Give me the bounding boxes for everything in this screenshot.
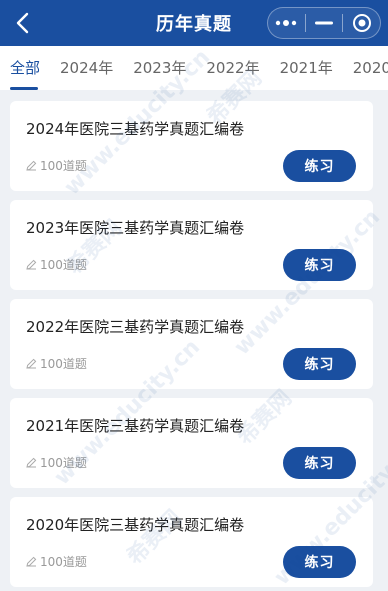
practice-button[interactable]: 练习 (283, 447, 356, 479)
question-count-text: 100道题 (40, 357, 87, 371)
exam-title: 2024年医院三基药学真题汇编卷 (26, 120, 245, 138)
tab-2024[interactable]: 2024年 (48, 46, 121, 90)
close-button[interactable] (343, 8, 380, 38)
year-tabs: 全部 2024年 2023年 2022年 2021年 2020年 (0, 46, 388, 90)
question-count: 100道题 (26, 355, 87, 372)
exam-title: 2023年医院三基药学真题汇编卷 (26, 219, 245, 237)
tab-2023[interactable]: 2023年 (121, 46, 194, 90)
exam-card[interactable]: 2020年医院三基药学真题汇编卷 100道题 练习 (10, 497, 373, 587)
more-dots-icon (276, 20, 297, 26)
exam-title: 2020年医院三基药学真题汇编卷 (26, 516, 245, 534)
chevron-left-icon (16, 12, 29, 34)
tab-2022[interactable]: 2022年 (194, 46, 267, 90)
question-count-text: 100道题 (40, 456, 87, 470)
exam-card[interactable]: 2021年医院三基药学真题汇编卷 100道题 练习 (10, 398, 373, 488)
pencil-icon (26, 160, 37, 171)
pencil-icon (26, 259, 37, 270)
pencil-icon (26, 358, 37, 369)
tab-2020[interactable]: 2020年 (341, 46, 388, 90)
exam-card[interactable]: 2022年医院三基药学真题汇编卷 100道题 练习 (10, 299, 373, 389)
nav-bar: 历年真题 (0, 0, 388, 46)
question-count-text: 100道题 (40, 258, 87, 272)
question-count: 100道题 (26, 553, 87, 570)
page-title: 历年真题 (156, 14, 232, 35)
pencil-icon (26, 457, 37, 468)
question-count: 100道题 (26, 256, 87, 273)
exam-title: 2022年医院三基药学真题汇编卷 (26, 318, 245, 336)
back-button[interactable] (10, 11, 34, 35)
minimize-icon (315, 21, 333, 25)
mini-program-capsule (267, 7, 381, 39)
question-count: 100道题 (26, 157, 87, 174)
practice-button[interactable]: 练习 (283, 546, 356, 578)
question-count-text: 100道题 (40, 555, 87, 569)
tab-2021[interactable]: 2021年 (268, 46, 341, 90)
exam-title: 2021年医院三基药学真题汇编卷 (26, 417, 245, 435)
practice-button[interactable]: 练习 (283, 150, 356, 182)
exam-card[interactable]: 2023年医院三基药学真题汇编卷 100道题 练习 (10, 200, 373, 290)
exam-card[interactable]: 2024年医院三基药学真题汇编卷 100道题 练习 (10, 101, 373, 191)
question-count: 100道题 (26, 454, 87, 471)
tab-all[interactable]: 全部 (0, 46, 48, 90)
practice-button[interactable]: 练习 (283, 249, 356, 281)
minimize-button[interactable] (306, 8, 343, 38)
question-count-text: 100道题 (40, 159, 87, 173)
target-circle-icon (352, 14, 371, 32)
more-button[interactable] (268, 8, 305, 38)
pencil-icon (26, 556, 37, 567)
practice-button[interactable]: 练习 (283, 348, 356, 380)
